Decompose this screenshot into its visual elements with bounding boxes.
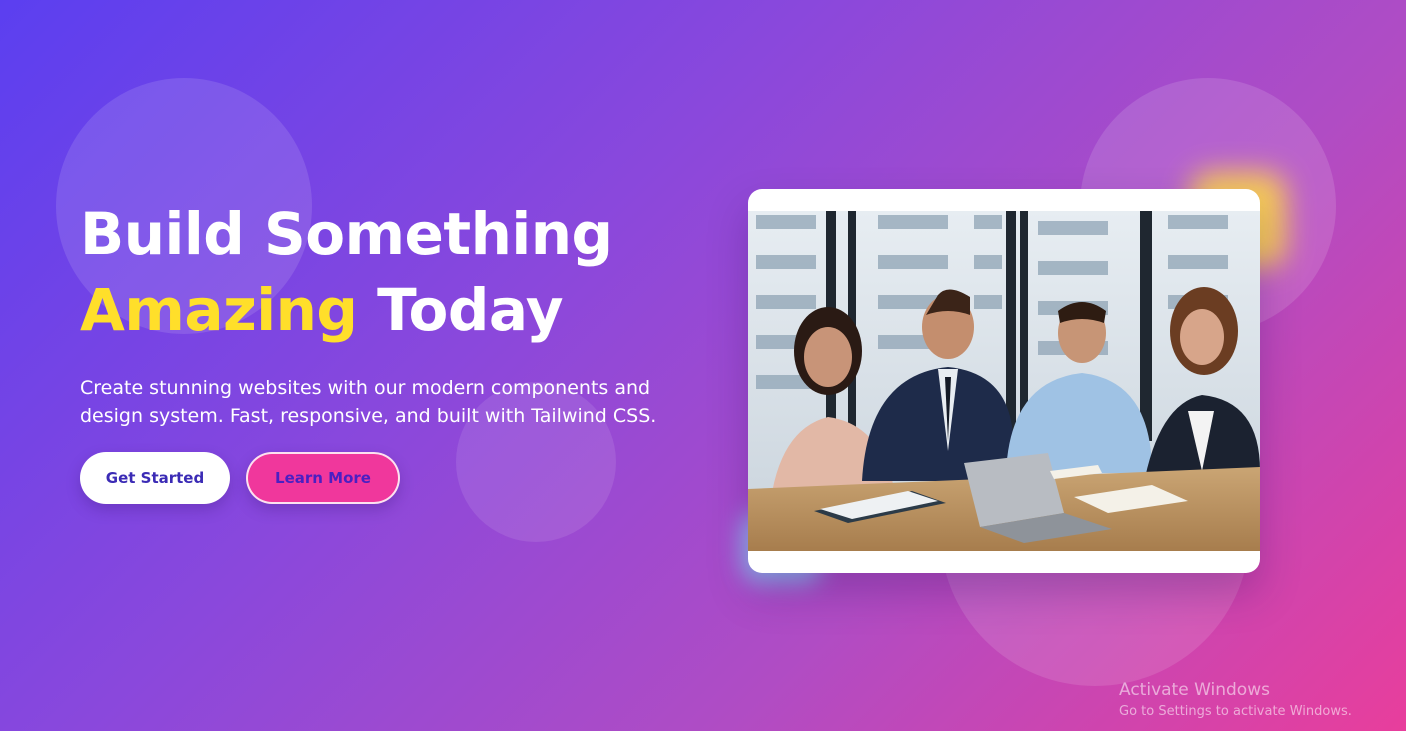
learn-more-button[interactable]: Learn More <box>246 452 400 504</box>
team-meeting-photo <box>748 211 1260 551</box>
get-started-button[interactable]: Get Started <box>80 452 230 504</box>
hero-subtitle: Create stunning websites with our modern… <box>80 377 657 427</box>
headline-rest: Today <box>377 276 564 344</box>
watermark-subtitle: Go to Settings to activate Windows. <box>1119 704 1352 719</box>
hero-headline: Build Something Amazing Today <box>80 196 700 348</box>
watermark-title: Activate Windows <box>1119 680 1270 700</box>
windows-activation-watermark: Activate Windows Go to Settings to activ… <box>1119 679 1352 723</box>
hero-image-card <box>748 189 1260 573</box>
headline-accent: Amazing <box>80 276 358 344</box>
hero-section: Build Something Amazing Today Create stu… <box>0 0 1406 731</box>
hero-content: Build Something Amazing Today Create stu… <box>80 196 700 504</box>
cta-group: Get Started Learn More <box>80 452 700 504</box>
headline-line-1: Build Something <box>80 200 613 268</box>
